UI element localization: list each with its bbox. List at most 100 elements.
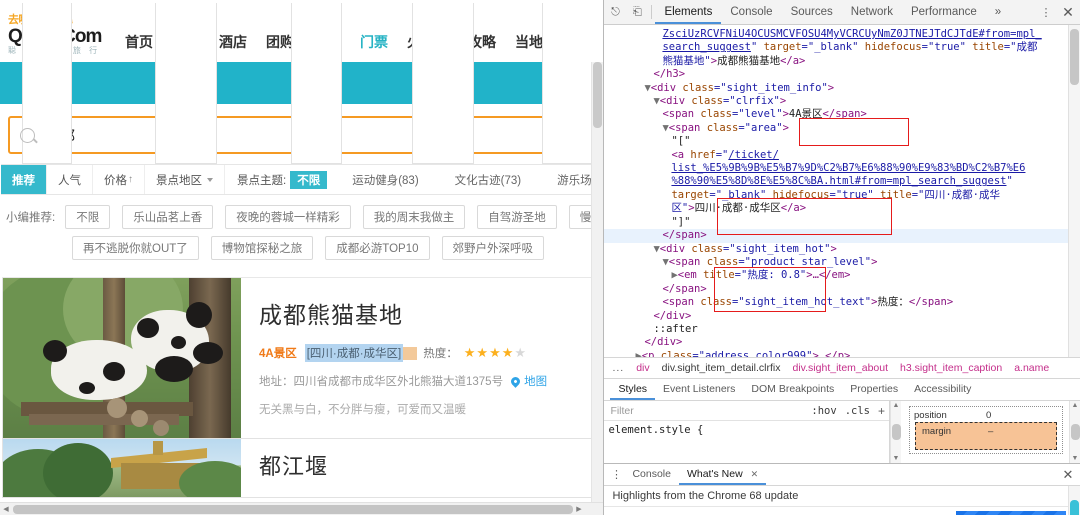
sight-map-link[interactable]: 地图 — [524, 373, 547, 389]
tab-dom-breakpoints[interactable]: DOM Breakpoints — [743, 379, 842, 400]
breadcrumb-sight-item-caption[interactable]: h3.sight_item_caption — [900, 362, 1002, 374]
class-toggle-button[interactable]: .cls — [841, 405, 874, 417]
close-icon[interactable]: ✕ — [751, 469, 759, 479]
nav-item-tickets[interactable]: 门票 — [360, 32, 388, 52]
whats-new-scroll-thumb[interactable] — [1070, 500, 1079, 515]
sort-tab-price[interactable]: 价格 ↑ — [93, 165, 145, 194]
recommend-chip-night[interactable]: 夜晚的蓉城一样精彩 — [225, 205, 351, 229]
dom-line[interactable]: </div> — [604, 336, 1068, 349]
sight-item-dujiangyan[interactable]: 都江堰 — [2, 439, 602, 498]
dom-line[interactable]: ▼<div class="sight_item_hot"> — [604, 243, 1068, 256]
device-toolbar-icon[interactable]: ⎗ — [626, 0, 648, 24]
recommend-chip-escape[interactable]: 再不逃脱你就OUT了 — [72, 236, 199, 260]
dom-line[interactable]: ▼<span class="product_star_level"> — [604, 256, 1068, 269]
dom-line[interactable]: <a href="/ticket/ — [604, 149, 1068, 162]
scroll-right-arrow-icon[interactable]: ▶ — [573, 505, 585, 513]
tab-properties[interactable]: Properties — [842, 379, 906, 400]
breadcrumb-a-name[interactable]: a.name — [1014, 362, 1049, 374]
nav-item-hotels[interactable]: 酒店 — [219, 32, 247, 52]
sort-tab-popularity[interactable]: 人气 — [47, 165, 93, 194]
sort-tab-recommend[interactable]: 推荐 — [1, 165, 47, 194]
scroll-left-arrow-icon[interactable]: ◀ — [0, 505, 12, 513]
breadcrumb-sight-item-about[interactable]: div.sight_item_about — [793, 362, 889, 374]
styles-filter-input[interactable]: Filter — [604, 405, 807, 417]
dom-line[interactable]: ▼<span class="area"> — [604, 122, 1068, 135]
dom-line[interactable]: </span> — [604, 283, 1068, 296]
sight-title[interactable]: 都江堰 — [259, 449, 601, 481]
dom-line[interactable]: ▶<p class="address color999">…</p> — [604, 350, 1068, 357]
scroll-up-arrow-icon[interactable]: ▲ — [893, 402, 900, 409]
recommend-chip-leshan[interactable]: 乐山品茗上香 — [122, 205, 213, 229]
recommend-chip-selfdrive[interactable]: 自驾游圣地 — [477, 205, 557, 229]
dom-vertical-scroll-thumb[interactable] — [1070, 29, 1079, 85]
drawer-tab-whats-new[interactable]: What's New ✕ — [679, 464, 766, 485]
dom-vertical-scrollbar[interactable] — [1068, 25, 1080, 357]
kebab-menu-icon[interactable]: ⋮ — [1036, 6, 1056, 19]
dom-line[interactable]: target="_blank" hidefocus="true" title="… — [604, 189, 1068, 202]
dom-tree[interactable]: ZsciUzRCVFNiU4OCUSMCVFOSU4MyVCRCUyNmZ0JT… — [604, 25, 1068, 357]
drawer-close-icon[interactable]: ✕ — [1056, 467, 1080, 483]
tab-styles[interactable]: Styles — [610, 379, 655, 400]
page-horizontal-scrollbar[interactable]: ◀ ▶ — [0, 502, 604, 515]
styles-scroll-thumb[interactable] — [892, 424, 901, 440]
recommend-chip-museum[interactable]: 博物馆探秘之旅 — [211, 236, 314, 260]
breadcrumb-sight-item-detail[interactable]: div.sight_item_detail.clrfix — [662, 362, 781, 374]
tab-overflow-more[interactable]: » — [986, 0, 1010, 24]
dom-line[interactable]: list_%E5%9B%9B%E5%B7%9D%C2%B7%E6%88%90%E… — [604, 162, 1068, 175]
sight-thumbnail[interactable] — [3, 278, 241, 438]
theme-chip-sports[interactable]: 运动健身(83) — [345, 171, 425, 189]
box-model-scrollbar[interactable]: ▲ ▼ — [1069, 401, 1080, 463]
scroll-down-arrow-icon[interactable]: ▼ — [893, 455, 900, 462]
close-icon[interactable]: ✕ — [1056, 4, 1080, 21]
dom-line[interactable]: "]" — [604, 216, 1068, 229]
breadcrumb-overflow[interactable]: ... — [612, 362, 624, 374]
dom-line[interactable]: "[" — [604, 135, 1068, 148]
drawer-tab-console[interactable]: Console — [624, 464, 679, 485]
element-style-rule[interactable]: element.style { — [604, 421, 889, 436]
box-model-scroll-thumb[interactable] — [1071, 424, 1080, 440]
subnav-overseas[interactable]: 玩转海外 — [291, 3, 341, 164]
dom-line[interactable]: search_suggest" target="_blank" hidefocu… — [604, 41, 1068, 54]
dom-line[interactable]: 熊猫基地">成都熊猫基地</a> — [604, 55, 1068, 68]
tab-performance[interactable]: Performance — [902, 0, 986, 24]
theme-chip-culture[interactable]: 文化古迹(73) — [448, 171, 528, 189]
tab-sources[interactable]: Sources — [782, 0, 842, 24]
box-model-margin-region[interactable]: margin – — [915, 422, 1057, 450]
inspect-cursor-icon[interactable]: ⎋ — [604, 0, 626, 24]
dom-line[interactable]: ::after — [604, 323, 1068, 336]
hover-state-button[interactable]: :hov — [807, 405, 840, 417]
tab-console[interactable]: Console — [721, 0, 781, 24]
dom-line[interactable]: ▼<div class="clrfix"> — [604, 95, 1068, 108]
recommend-chip-weekend[interactable]: 我的周末我做主 — [363, 205, 466, 229]
dom-line[interactable]: <span class="level">4A景区</span> — [604, 108, 1068, 121]
nav-item-groupbuy[interactable]: 团购 — [266, 32, 294, 52]
box-model-diagram[interactable]: position 0 margin – — [909, 406, 1063, 454]
scroll-down-arrow-icon[interactable]: ▼ — [1072, 455, 1079, 462]
dom-line[interactable]: ▼<div class="sight_item_info"> — [604, 82, 1068, 95]
recommend-chip-outdoor[interactable]: 郊野户外深呼吸 — [442, 236, 545, 260]
tab-event-listeners[interactable]: Event Listeners — [655, 379, 743, 400]
tab-elements[interactable]: Elements — [655, 0, 721, 24]
sight-area-link[interactable]: [四川·成都·成华区] — [305, 344, 404, 362]
recommend-chip-top10[interactable]: 成都必游TOP10 — [325, 236, 429, 260]
sight-item-panda-base[interactable]: 成都熊猫基地 4A景区 [四川·成都·成华区] 热度： ★★★★★ 地址：四川省… — [2, 278, 602, 439]
tab-accessibility[interactable]: Accessibility — [906, 379, 979, 400]
subnav-hk-macau-taiwan[interactable]: 港澳台门票 — [412, 3, 474, 164]
nav-item-home[interactable]: 首页 — [125, 32, 153, 52]
page-vertical-scrollbar[interactable] — [591, 62, 603, 503]
sight-title[interactable]: 成都熊猫基地 — [259, 296, 601, 330]
dom-line[interactable]: </div> — [604, 310, 1068, 323]
subnav-quality-day-tour[interactable]: 品质一日游 HOT — [155, 3, 217, 164]
filter-area-dropdown[interactable]: 景点地区 — [145, 165, 225, 194]
new-style-rule-button[interactable]: + — [874, 404, 889, 418]
kebab-menu-icon[interactable]: ⋮ — [608, 468, 624, 481]
scroll-up-arrow-icon[interactable]: ▲ — [1072, 402, 1079, 409]
whats-new-scrollbar[interactable] — [1068, 486, 1080, 515]
dom-line[interactable]: ZsciUzRCVFNiU4OCUSMCVFOSU4MyVCRCUyNmZ0JT… — [604, 28, 1068, 41]
sight-thumbnail[interactable] — [3, 439, 241, 497]
styles-scrollbar[interactable]: ▲ ▼ — [890, 401, 901, 463]
dom-line[interactable]: </span> — [604, 229, 1068, 242]
dom-line[interactable]: 区">四川·成都·成华区</a> — [604, 202, 1068, 215]
dom-line[interactable]: ▶<em title="热度: 0.8">…</em> — [604, 269, 1068, 282]
tab-network[interactable]: Network — [842, 0, 902, 24]
